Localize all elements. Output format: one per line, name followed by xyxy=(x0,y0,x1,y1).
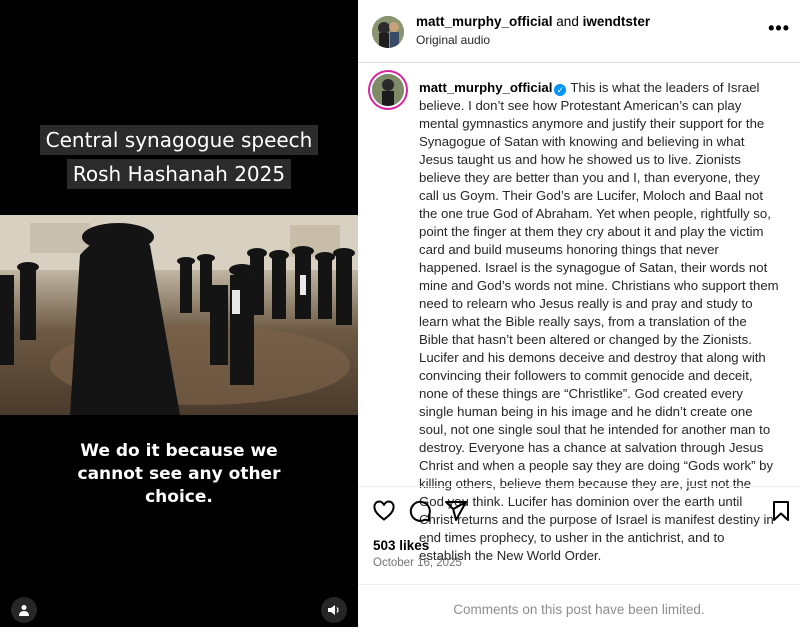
action-bar xyxy=(358,486,800,535)
comment-icon[interactable] xyxy=(408,499,432,523)
verified-badge-icon: ✓ xyxy=(554,84,567,96)
more-options-button[interactable]: ••• xyxy=(768,18,790,39)
likes-count[interactable]: 503 likes xyxy=(373,538,429,553)
video-frame-image xyxy=(0,215,358,415)
speaker-icon xyxy=(328,605,339,615)
caption-area: matt_murphy_official ✓ This is what the le… xyxy=(358,63,800,563)
header-usernames: matt_murphy_official and iwendtster xyxy=(416,14,650,29)
comments-limited-notice: Comments on this post have been limited. xyxy=(358,584,800,628)
header-connector: and xyxy=(556,14,579,29)
post-date[interactable]: October 16, 2025 xyxy=(373,557,462,569)
crowd-scene-illustration xyxy=(0,215,358,415)
heart-icon[interactable] xyxy=(372,499,396,523)
audio-toggle-button[interactable] xyxy=(321,597,347,623)
collab-avatar[interactable] xyxy=(372,16,404,48)
send-icon[interactable] xyxy=(444,499,468,523)
post-header: matt_murphy_official and iwendtster Orig… xyxy=(358,0,800,63)
caption-bottom-line-1: We do it because we xyxy=(80,441,278,461)
caption-bottom-line-2: cannot see any other xyxy=(77,464,281,484)
avatar-image xyxy=(372,16,404,48)
author-avatar-image xyxy=(372,74,404,106)
post-details-panel: matt_murphy_official and iwendtster Orig… xyxy=(358,0,800,627)
person-icon xyxy=(19,605,29,616)
caption-top-line-2: Rosh Hashanah 2025 xyxy=(66,159,292,189)
caption-username[interactable]: matt_murphy_official xyxy=(419,80,552,95)
tagged-people-button[interactable] xyxy=(11,597,37,623)
more-horizontal-icon: ••• xyxy=(768,18,790,38)
video-caption-top: Central synagogue speech Rosh Hashanah 2… xyxy=(0,123,358,191)
header-user-2[interactable]: iwendtster xyxy=(583,14,651,29)
caption-top-line-1: Central synagogue speech xyxy=(39,125,319,155)
header-user-1[interactable]: matt_murphy_official xyxy=(416,14,553,29)
bookmark-icon[interactable] xyxy=(771,499,791,523)
caption-bottom-line-3: choice. xyxy=(145,487,213,507)
video-player[interactable]: Central synagogue speech Rosh Hashanah 2… xyxy=(0,0,358,627)
video-caption-bottom: We do it because we cannot see any other… xyxy=(0,440,358,509)
original-audio-link[interactable]: Original audio xyxy=(416,33,490,47)
author-avatar[interactable] xyxy=(372,74,404,106)
